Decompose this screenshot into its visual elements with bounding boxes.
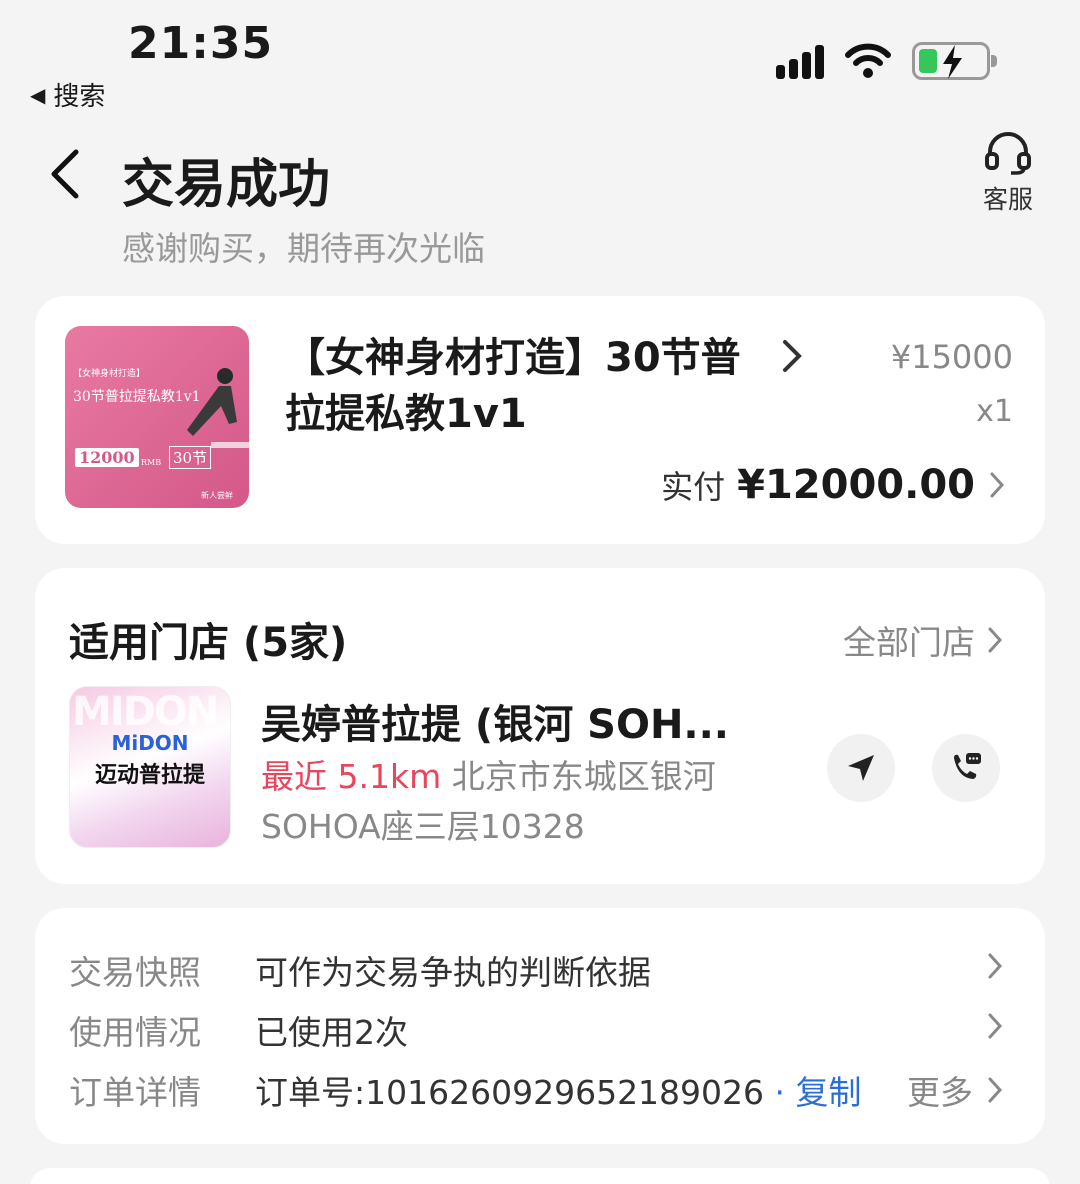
store-address-block: 最近 5.1km 北京市东城区银河SOHOA座三层10328 [261, 752, 731, 852]
all-stores-link[interactable]: 全部门店 [843, 616, 1005, 664]
chevron-right-icon[interactable] [777, 336, 807, 376]
logo-brand: MiDON [111, 731, 189, 755]
back-button[interactable] [44, 146, 94, 206]
product-thumbnail[interactable]: 【女神身材打造】 30节普拉提私教1v1 12000 RMB 30节 新人尝鲜 [65, 326, 249, 508]
battery-icon [912, 42, 997, 80]
figure-silhouette-icon [187, 368, 249, 448]
product-card[interactable]: 【女神身材打造】 30节普拉提私教1v1 12000 RMB 30节 新人尝鲜 … [35, 296, 1045, 544]
order-number: 订单号:1016260929652189026 · 复制 [255, 1066, 862, 1114]
product-quantity: x1 [976, 394, 1013, 429]
chevron-right-icon [988, 1077, 1003, 1103]
status-icons [776, 42, 997, 80]
snapshot-label: 交易快照 [69, 953, 201, 992]
chevron-right-icon[interactable] [985, 1010, 1005, 1042]
more-label: 更多 [907, 1073, 973, 1112]
thumb-price: 12000 [75, 448, 139, 467]
back-app-label: 搜索 [53, 82, 106, 112]
paid-amount: ¥12000.00 [737, 462, 975, 508]
phone-icon [954, 753, 981, 779]
chevron-right-icon [990, 472, 1005, 498]
thumb-corner: 新人尝鲜 [201, 491, 233, 500]
paid-label: 实付 [661, 468, 726, 506]
navigation-arrow-icon [848, 755, 874, 781]
usage-label: 使用情况 [69, 1013, 201, 1052]
paid-amount-row[interactable]: 实付 ¥12000.00 [661, 462, 1007, 508]
thumb-unit: RMB [141, 458, 162, 467]
snapshot-value[interactable]: 可作为交易争执的判断依据 [255, 946, 651, 994]
chevron-right-icon[interactable] [985, 950, 1005, 982]
usage-value[interactable]: 已使用2次 [255, 1006, 408, 1054]
stores-title: 适用门店 (5家) [69, 620, 348, 666]
back-triangle-icon: ◀ [30, 82, 46, 107]
back-to-app-link[interactable]: ◀ 搜索 [30, 76, 105, 113]
copy-button[interactable]: · 复制 [775, 1073, 862, 1112]
all-stores-label: 全部门店 [843, 623, 975, 662]
store-logo[interactable]: MIDON MiDON 迈动普拉提 [69, 686, 231, 848]
customer-service-button[interactable]: 客服 [970, 130, 1046, 216]
order-info-card: 交易快照 可作为交易争执的判断依据 使用情况 已使用2次 订单详情 订单号:10… [35, 908, 1045, 1144]
chevron-right-icon [988, 627, 1003, 653]
product-price: ¥15000 [890, 338, 1013, 376]
product-title[interactable]: 【女神身材打造】30节普拉提私教1v1 [285, 330, 755, 442]
stores-card: 适用门店 (5家) 全部门店 MIDON MiDON 迈动普拉提 吴婷普拉提 (… [35, 568, 1045, 884]
signal-icon [776, 43, 824, 79]
logo-name: 迈动普拉提 [94, 763, 205, 788]
store-name[interactable]: 吴婷普拉提 (银河 SOH... [261, 692, 751, 750]
page-subtitle: 感谢购买，期待再次光临 [122, 229, 485, 268]
headset-icon [985, 132, 1031, 175]
store-distance: 最近 5.1km [261, 757, 442, 796]
page-title: 交易成功 [122, 155, 331, 215]
chevron-left-icon [51, 149, 79, 199]
wifi-icon [845, 43, 891, 78]
more-button[interactable]: 更多 [907, 1066, 1005, 1114]
order-number-text: 订单号:1016260929652189026 [255, 1073, 765, 1112]
thumb-tag: 【女神身材打造】 [73, 369, 146, 379]
status-time: 21:35 [128, 18, 274, 69]
call-button[interactable] [932, 734, 1000, 802]
logo-bg-text: MIDON [72, 689, 219, 735]
order-detail-label: 订单详情 [69, 1073, 201, 1112]
next-card-edge [30, 1168, 1050, 1184]
navigate-button[interactable] [827, 734, 895, 802]
service-label: 客服 [982, 185, 1033, 214]
